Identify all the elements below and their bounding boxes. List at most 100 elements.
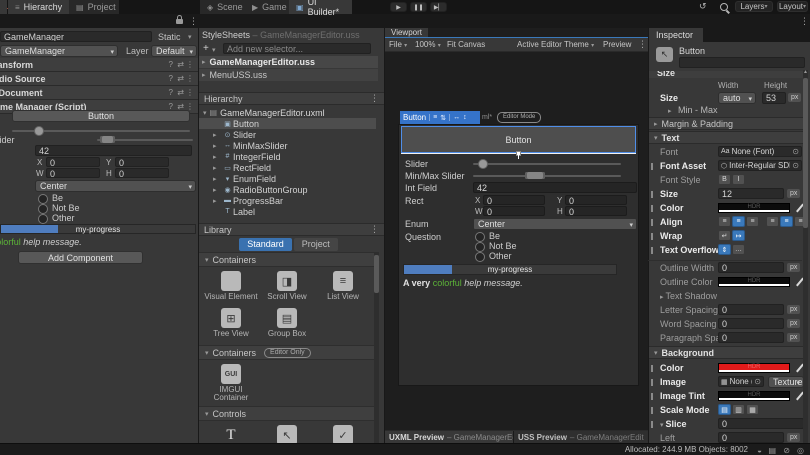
rect-h-field[interactable]: 0 (565, 206, 627, 217)
radio-icon[interactable] (38, 214, 48, 224)
library-section-header[interactable]: ▾ Containers (199, 252, 375, 267)
play-button[interactable]: ▶ (390, 2, 407, 12)
tab-inspector[interactable]: Inspector (649, 28, 703, 42)
rect-y-field[interactable]: 0 (115, 157, 169, 167)
zoom-dropdown[interactable]: 100% ▾ (415, 40, 441, 49)
letter-spacing-field[interactable]: 0 (718, 304, 784, 315)
add-component-button[interactable]: Add Component (18, 251, 143, 264)
image-field[interactable]: ▦None (T⊙ (718, 376, 764, 387)
margin-padding-header[interactable]: ▸ Margin & Padding (649, 117, 804, 130)
library-header[interactable]: Library ⋮ (199, 223, 384, 236)
height-field[interactable]: 53 (762, 92, 786, 104)
inspector-scrollbar[interactable]: ▲ (803, 69, 808, 443)
font-style-button-0[interactable]: B (718, 174, 731, 185)
paragraph-spacing-field[interactable]: 0 (718, 332, 784, 343)
component-header-ui-document[interactable]: UI Document? ⇄⋮ (0, 86, 198, 100)
cache-icon[interactable]: ◒ (757, 446, 762, 455)
int-field[interactable]: 42 (35, 145, 192, 156)
horizontal-resize-icon[interactable]: ↔ (449, 114, 460, 121)
hierarchy-menu-icon[interactable]: ⋮ (370, 93, 379, 104)
rect-y-field[interactable]: 0 (565, 195, 627, 206)
chevron-right-icon[interactable]: ▸ (213, 142, 222, 150)
preset-icon[interactable]: ⇄ (177, 74, 184, 83)
debugger-icon[interactable]: ⊘ (783, 446, 790, 455)
help-icon[interactable]: ? (169, 88, 173, 97)
layer-dropdown[interactable]: Default ▾ (151, 45, 197, 57)
scrollbar-thumb[interactable] (374, 255, 379, 293)
library-section-header[interactable]: ▾ Controls (199, 406, 375, 421)
align-button-4[interactable]: ≡ (780, 216, 793, 227)
tree-item-rectfield[interactable]: ▸ ▭ RectField (199, 162, 376, 173)
component-header-transform[interactable]: Transform? ⇄⋮ (0, 58, 198, 72)
background-section-header[interactable]: ▾ Background (649, 346, 804, 359)
radio-option-be[interactable]: Be (0, 193, 198, 204)
lock-icon[interactable] (176, 15, 183, 24)
tree-item-label[interactable]: T Label (199, 206, 376, 217)
help-icon[interactable]: ? (169, 60, 173, 69)
preset-icon[interactable]: ⇄ (177, 88, 184, 97)
align-button-1[interactable]: ≡ (732, 216, 745, 227)
tab-hierarchy[interactable]: ≡ Hierarchy (8, 0, 69, 14)
minmax-slider-grip[interactable] (100, 136, 115, 143)
tab-standard[interactable]: Standard (239, 238, 292, 251)
tree-item-button[interactable]: ▣ Button (199, 118, 376, 129)
int-field[interactable]: 42 (473, 182, 637, 193)
enum-dropdown[interactable]: Center ▾ (35, 180, 196, 192)
canvas[interactable]: Button Slider Min/Max Slider Int Field 42 Re… (398, 124, 639, 386)
uss-file-row[interactable]: ▸ MenuUSS.uss (199, 69, 378, 81)
slider-handle[interactable] (34, 126, 44, 136)
color-swatch[interactable]: HDR (718, 203, 790, 213)
add-dropdown-icon[interactable]: ▾ (212, 46, 216, 54)
rect-h-field[interactable]: 0 (115, 168, 169, 178)
object-picker-icon[interactable]: ⊙ (792, 161, 799, 170)
vertical-resize-icon[interactable]: ⇅ (440, 114, 446, 122)
slice-field[interactable]: 0 (718, 418, 804, 429)
preset-icon[interactable]: ⇄ (177, 60, 184, 69)
library-item-scroll-view[interactable]: ◨ Scroll View (259, 271, 315, 308)
search-icon[interactable] (720, 3, 728, 11)
kebab-icon[interactable]: ⋮ (186, 88, 194, 97)
tab-scene[interactable]: ◈ Scene (200, 0, 245, 14)
align-button-3[interactable]: ≡ (766, 216, 779, 227)
tree-item-progressbar[interactable]: ▸ ▬ ProgressBar (199, 195, 376, 206)
outline-width-field[interactable]: 0 (718, 262, 784, 273)
library-item-visual-element[interactable]: Visual Element (203, 271, 259, 308)
chevron-right-icon[interactable]: ▸ (202, 71, 206, 79)
text-section-header[interactable]: ▾ Text (649, 131, 804, 144)
library-item-list-view[interactable]: ≡ List View (315, 271, 371, 308)
radio-option-not-be[interactable]: Not Be (0, 203, 198, 214)
step-button[interactable]: ▶▏ (430, 2, 447, 12)
layers-dropdown[interactable]: Layers ▾ (735, 1, 773, 12)
wrap-button-0[interactable]: ↵ (718, 230, 731, 241)
tab-project[interactable]: ▤ Project (69, 0, 119, 14)
scale-mode-button-2[interactable]: ▦ (746, 404, 759, 415)
text-overflow-button-0[interactable]: ⇕ (718, 244, 731, 255)
height-resize-icon[interactable]: ↕ (463, 114, 467, 121)
chevron-right-icon[interactable]: ▸ (202, 58, 206, 66)
radio-icon[interactable] (475, 252, 485, 262)
font-style-button-1[interactable]: I (732, 174, 745, 185)
selected-element-header[interactable]: Button ≡ ⇅ ↔ ↕ (400, 111, 480, 124)
uss-file-row[interactable]: ▸ GameManagerEditor.uss (199, 56, 378, 68)
font-field[interactable]: Aa None (Font) ⊙ (718, 146, 802, 157)
component-header-audio-source[interactable]: Audio Source? ⇄⋮ (0, 72, 198, 86)
rect-x-field[interactable]: 0 (46, 157, 100, 167)
outline-color-swatch[interactable]: HDR (718, 277, 790, 287)
align-button-2[interactable]: ≡ (746, 216, 759, 227)
minmax-slider-grip[interactable] (525, 172, 545, 179)
slider-handle[interactable] (478, 159, 488, 169)
library-section-header[interactable]: ▾ Containers Editor Only (199, 345, 375, 360)
rect-x-field[interactable]: 0 (483, 195, 545, 206)
wrap-button-1[interactable]: ↦ (732, 230, 745, 241)
chevron-right-icon[interactable]: ▸ (213, 131, 222, 139)
size-field[interactable]: 12 (718, 188, 784, 199)
layout-dropdown[interactable]: Layout ▾ (777, 1, 808, 12)
scale-mode-button-1[interactable]: ▥ (732, 404, 745, 415)
tree-item-slider[interactable]: ▸ ⊙ Slider (199, 129, 376, 140)
align-button-0[interactable]: ≡ (718, 216, 731, 227)
tab-library-project[interactable]: Project (293, 238, 338, 251)
add-icon[interactable]: + (203, 43, 209, 54)
word-spacing-field[interactable]: 0 (718, 318, 784, 329)
library-item-group-box[interactable]: ▤ Group Box (259, 308, 315, 345)
script-button[interactable]: Button (12, 110, 190, 122)
